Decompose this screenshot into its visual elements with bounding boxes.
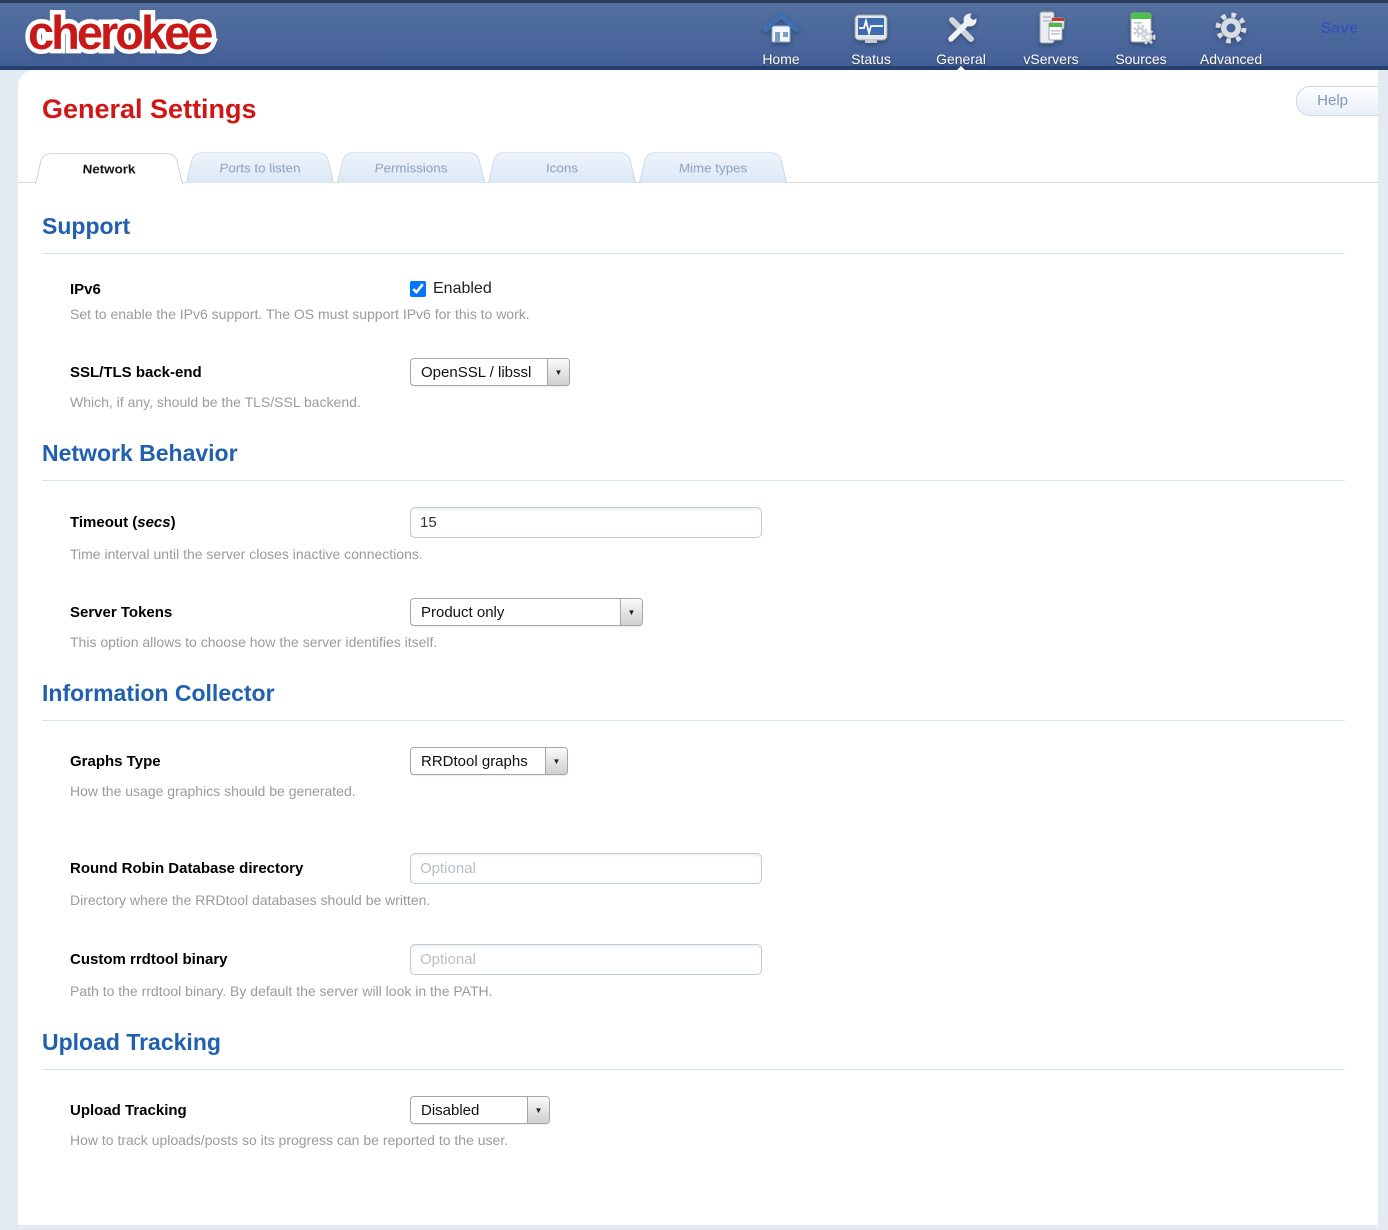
entry-server-tokens: Server Tokens Product only ▼ This option… — [70, 598, 1345, 650]
chevron-down-icon: ▼ — [620, 599, 642, 625]
save-button[interactable]: Save — [1321, 20, 1358, 38]
vservers-icon — [1006, 9, 1096, 51]
server-tokens-value: Product only — [411, 604, 620, 621]
nav-label: Status — [851, 51, 891, 67]
main-nav: Home Status General vServers Sources — [736, 6, 1276, 69]
section-title: Network Behavior — [42, 440, 1345, 481]
section-title: Information Collector — [42, 680, 1345, 721]
chevron-down-icon: ▼ — [545, 748, 567, 774]
rrd-directory-label: Round Robin Database directory — [70, 860, 410, 877]
rrdtool-binary-label: Custom rrdtool binary — [70, 951, 410, 968]
nav-label: Home — [762, 51, 799, 67]
upload-tracking-label: Upload Tracking — [70, 1102, 410, 1119]
rrd-directory-input[interactable] — [410, 853, 762, 884]
ssl-backend-label: SSL/TLS back-end — [70, 364, 410, 381]
rrdtool-binary-input[interactable] — [410, 944, 762, 975]
upload-tracking-comment: How to track uploads/posts so its progre… — [70, 1132, 1345, 1148]
nav-item-vservers[interactable]: vServers — [1006, 6, 1096, 69]
section-network-behavior: Network Behavior Timeout (secs) Time int… — [42, 440, 1345, 650]
graphs-type-value: RRDtool graphs — [411, 753, 545, 770]
nav-item-status[interactable]: Status — [826, 6, 916, 69]
chevron-down-icon: ▼ — [547, 359, 569, 385]
upload-tracking-select[interactable]: Disabled ▼ — [410, 1096, 550, 1124]
timeout-input[interactable] — [410, 507, 762, 538]
rrdtool-binary-comment: Path to the rrdtool binary. By default t… — [70, 983, 1345, 999]
tab-permissions[interactable]: Permissions — [337, 152, 485, 183]
entry-ssl-backend: SSL/TLS back-end OpenSSL / libssl ▼ Whic… — [70, 358, 1345, 410]
cherokee-logo[interactable]: cherokee cherokee — [28, 5, 210, 60]
entry-rrd-directory: Round Robin Database directory Directory… — [70, 853, 1345, 908]
server-tokens-select[interactable]: Product only ▼ — [410, 598, 643, 626]
ipv6-checkbox[interactable] — [410, 281, 426, 297]
home-icon — [736, 9, 826, 51]
section-support: Support IPv6 Enabled Set to enable the I… — [42, 213, 1345, 410]
timeout-label: Timeout (secs) — [70, 514, 410, 531]
ipv6-comment: Set to enable the IPv6 support. The OS m… — [70, 306, 1345, 322]
server-tokens-comment: This option allows to choose how the ser… — [70, 634, 1345, 650]
nav-item-general[interactable]: General — [916, 6, 1006, 69]
chevron-down-icon: ▼ — [527, 1097, 549, 1123]
section-information-collector: Information Collector Graphs Type RRDtoo… — [42, 680, 1345, 999]
ssl-backend-comment: Which, if any, should be the TLS/SSL bac… — [70, 394, 1345, 410]
entry-timeout: Timeout (secs) Time interval until the s… — [70, 507, 1345, 562]
tab-ports-to-listen[interactable]: Ports to listen — [186, 152, 334, 183]
ssl-backend-value: OpenSSL / libssl — [411, 364, 547, 381]
timeout-comment: Time interval until the server closes in… — [70, 546, 1345, 562]
nav-item-sources[interactable]: Sources — [1096, 6, 1186, 69]
entry-graphs-type: Graphs Type RRDtool graphs ▼ How the usa… — [70, 747, 1345, 799]
section-title: Upload Tracking — [42, 1029, 1345, 1070]
nav-item-advanced[interactable]: Advanced — [1186, 6, 1276, 69]
sources-icon — [1096, 9, 1186, 51]
section-upload-tracking: Upload Tracking Upload Tracking Disabled… — [42, 1029, 1345, 1148]
nav-label: Advanced — [1200, 51, 1262, 67]
ipv6-checkbox-label: Enabled — [433, 280, 492, 298]
general-icon — [916, 9, 1006, 51]
upload-tracking-value: Disabled — [411, 1102, 527, 1119]
rrd-directory-comment: Directory where the RRDtool databases sh… — [70, 892, 1345, 908]
content-panel: General Settings Help NetworkPorts to li… — [18, 70, 1378, 1225]
entry-upload-tracking: Upload Tracking Disabled ▼ How to track … — [70, 1096, 1345, 1148]
server-tokens-label: Server Tokens — [70, 604, 410, 621]
logo-text: cherokee — [28, 6, 210, 59]
section-title: Support — [42, 213, 1345, 254]
nav-label: General — [936, 51, 986, 67]
ipv6-label: IPv6 — [70, 281, 410, 298]
top-bar: cherokee cherokee Home Status General — [0, 0, 1388, 70]
nav-item-home[interactable]: Home — [736, 6, 826, 69]
graphs-type-label: Graphs Type — [70, 753, 410, 770]
graphs-type-select[interactable]: RRDtool graphs ▼ — [410, 747, 568, 775]
entry-ipv6: IPv6 Enabled Set to enable the IPv6 supp… — [70, 280, 1345, 322]
status-icon — [826, 9, 916, 51]
page-title: General Settings — [42, 94, 1378, 125]
help-button[interactable]: Help — [1296, 86, 1378, 116]
advanced-icon — [1186, 9, 1276, 51]
tab-mime-types[interactable]: Mime types — [639, 152, 787, 183]
nav-label: vServers — [1023, 51, 1078, 67]
nav-label: Sources — [1115, 51, 1166, 67]
entry-rrdtool-binary: Custom rrdtool binary Path to the rrdtoo… — [70, 944, 1345, 999]
tab-network[interactable]: Network — [35, 153, 183, 184]
tab-icons[interactable]: Icons — [488, 152, 636, 183]
graphs-type-comment: How the usage graphics should be generat… — [70, 783, 1345, 799]
tab-bar: NetworkPorts to listenPermissionsIconsMi… — [18, 149, 1378, 183]
ssl-backend-select[interactable]: OpenSSL / libssl ▼ — [410, 358, 570, 386]
